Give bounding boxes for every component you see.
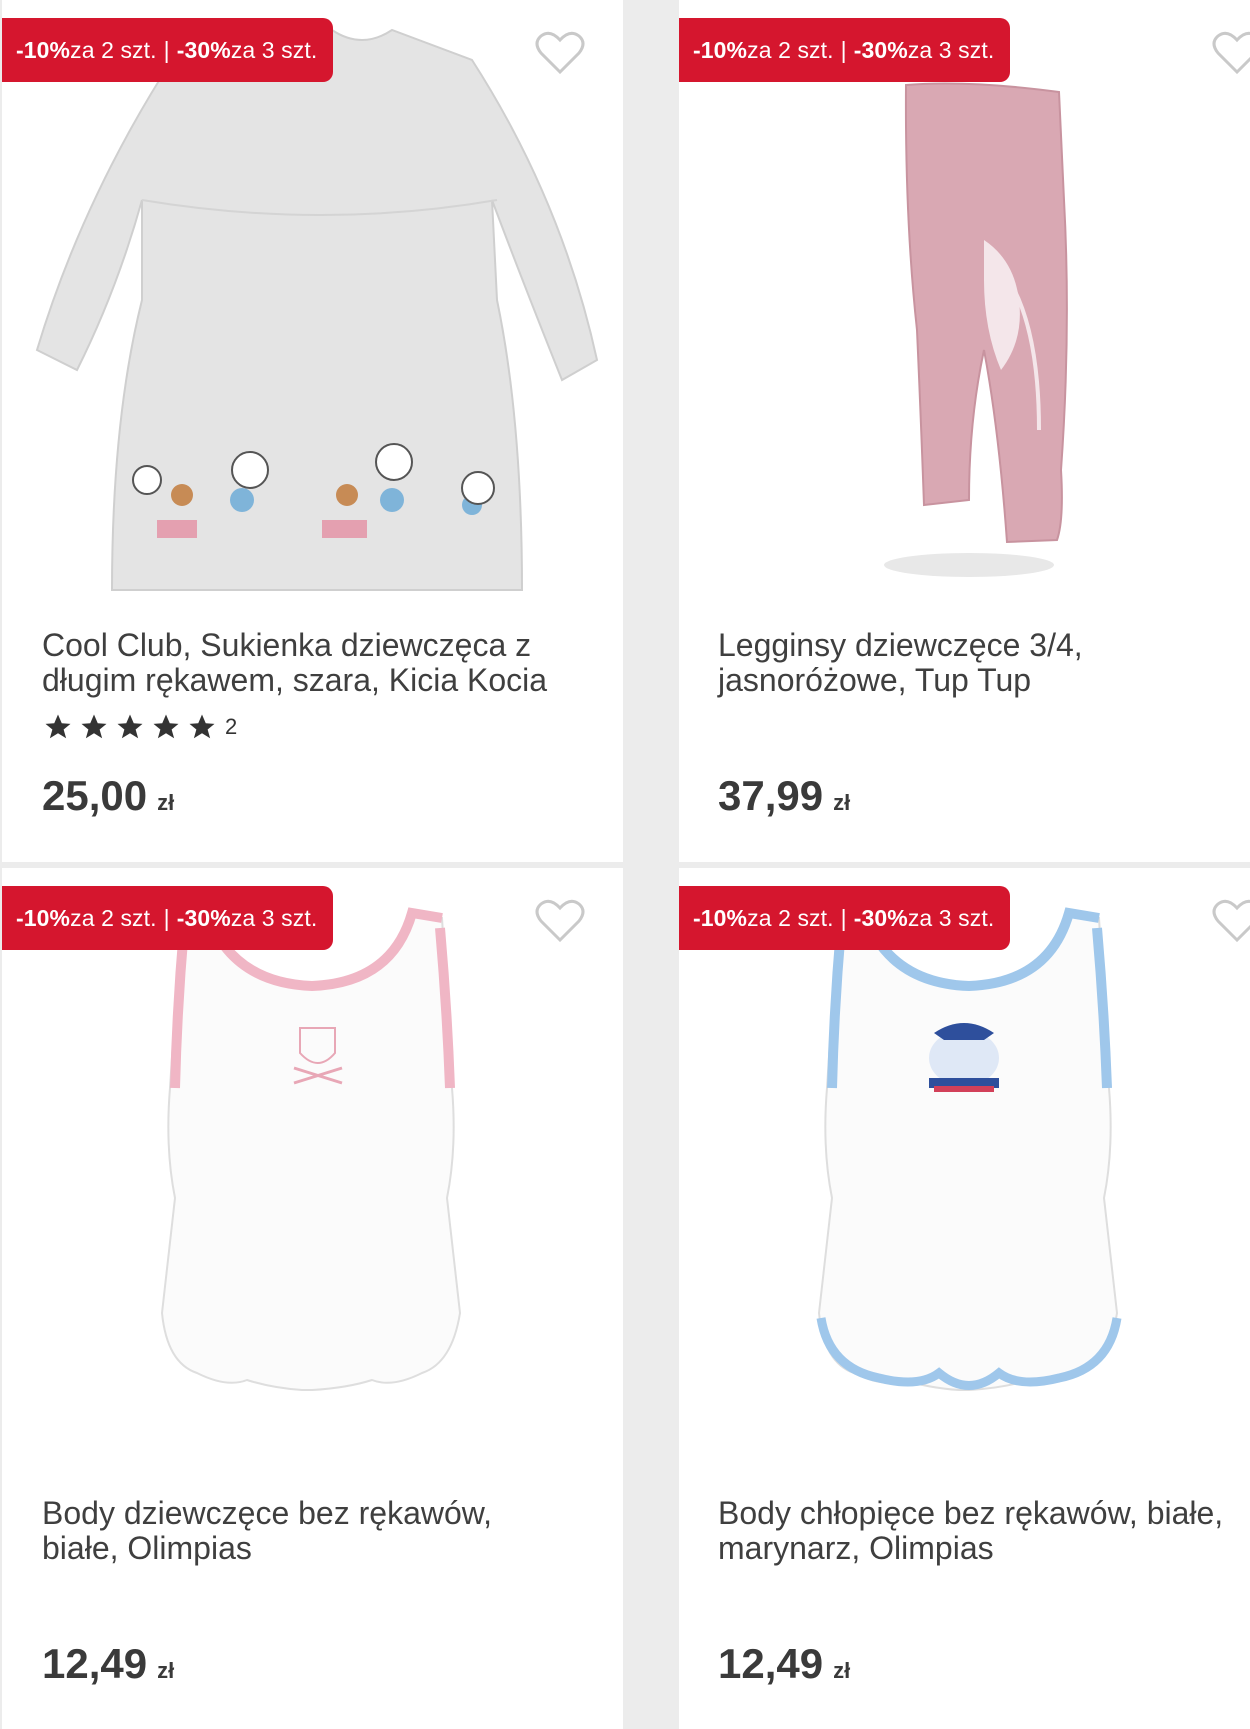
product-title-line2[interactable]: długim rękawem, szara, Kicia Kocia xyxy=(42,663,602,698)
product-card[interactable]: -10% za 2 szt. | -30% za 3 szt. Cool Clu… xyxy=(2,0,623,862)
product-price: 37,99 zł xyxy=(718,772,850,820)
promo-badge: -10% za 2 szt. | -30% za 3 szt. xyxy=(679,18,1011,82)
promo-text-1: za 2 szt. xyxy=(747,904,834,931)
product-title-line1[interactable]: Cool Club, Sukienka dziewczęca z xyxy=(42,628,602,663)
product-image-leggings[interactable] xyxy=(679,0,1250,600)
promo-badge: -10% za 2 szt. | -30% za 3 szt. xyxy=(679,886,1011,950)
promo-text-1: za 2 szt. xyxy=(70,36,157,63)
promo-text-2: za 3 szt. xyxy=(907,904,995,931)
star-icon xyxy=(117,714,143,739)
promo-separator: | xyxy=(163,36,170,63)
promo-text-2: za 3 szt. xyxy=(907,36,995,63)
star-icon xyxy=(81,714,107,739)
star-icon xyxy=(153,714,179,739)
heart-icon[interactable] xyxy=(535,30,585,76)
product-image-bodysuit-pink[interactable] xyxy=(2,868,623,1468)
product-title[interactable]: Body chłopięce bez rękawów, białe, maryn… xyxy=(718,1496,1250,1566)
promo-discount-2: -30% xyxy=(176,36,231,63)
product-price: 25,00 zł xyxy=(42,772,174,820)
promo-text-1: za 2 szt. xyxy=(70,904,157,931)
promo-discount-2: -30% xyxy=(176,904,231,931)
heart-icon[interactable] xyxy=(1212,30,1250,76)
promo-discount-2: -30% xyxy=(853,904,908,931)
product-price: 12,49 zł xyxy=(42,1640,174,1688)
price-currency: zł xyxy=(833,1658,851,1683)
promo-badge: -10% za 2 szt. | -30% za 3 szt. xyxy=(2,886,334,950)
price-value: 12,49 xyxy=(42,1640,148,1687)
product-title-line2[interactable]: białe, Olimpias xyxy=(42,1531,602,1566)
product-title-line1[interactable]: Body dziewczęce bez rękawów, xyxy=(42,1496,602,1531)
product-card[interactable]: -10% za 2 szt. | -30% za 3 szt. Body chł… xyxy=(679,868,1250,1729)
product-card[interactable]: -10% za 2 szt. | -30% za 3 szt. Body dzi… xyxy=(2,868,623,1729)
price-currency: zł xyxy=(157,1658,175,1683)
product-image-bodysuit-blue[interactable] xyxy=(679,868,1250,1468)
price-currency: zł xyxy=(157,790,175,815)
product-image-dress[interactable] xyxy=(2,0,623,600)
price-currency: zł xyxy=(833,790,851,815)
product-title[interactable]: Legginsy dziewczęce 3/4, jasnoróżowe, Tu… xyxy=(718,628,1250,698)
product-rating[interactable]: 2 xyxy=(42,712,237,742)
product-grid: -10% za 2 szt. | -30% za 3 szt. Cool Clu… xyxy=(0,0,1250,1729)
product-title-line2[interactable]: jasnoróżowe, Tup Tup xyxy=(718,663,1250,698)
product-title-line2[interactable]: marynarz, Olimpias xyxy=(718,1531,1250,1566)
promo-discount-1: -10% xyxy=(16,36,71,63)
promo-text-1: za 2 szt. xyxy=(747,36,834,63)
promo-discount-1: -10% xyxy=(693,904,748,931)
product-card[interactable]: -10% za 2 szt. | -30% za 3 szt. Legginsy… xyxy=(679,0,1250,862)
price-value: 12,49 xyxy=(718,1640,824,1687)
heart-icon[interactable] xyxy=(535,898,585,944)
promo-discount-1: -10% xyxy=(693,36,748,63)
promo-discount-1: -10% xyxy=(16,904,71,931)
promo-text-2: za 3 szt. xyxy=(230,36,318,63)
price-value: 25,00 xyxy=(42,772,148,819)
promo-discount-2: -30% xyxy=(853,36,908,63)
product-title-line1[interactable]: Body chłopięce bez rękawów, białe, xyxy=(718,1496,1250,1531)
rating-count: 2 xyxy=(225,714,238,739)
promo-badge: -10% za 2 szt. | -30% za 3 szt. xyxy=(2,18,334,82)
product-title[interactable]: Cool Club, Sukienka dziewczęca z długim … xyxy=(42,628,602,698)
star-icon xyxy=(45,714,71,739)
promo-separator: | xyxy=(840,904,847,931)
promo-separator: | xyxy=(840,36,847,63)
product-title[interactable]: Body dziewczęce bez rękawów, białe, Olim… xyxy=(42,1496,602,1566)
product-title-line1[interactable]: Legginsy dziewczęce 3/4, xyxy=(718,628,1250,663)
star-icon xyxy=(189,714,215,739)
promo-text-2: za 3 szt. xyxy=(230,904,318,931)
promo-separator: | xyxy=(163,904,170,931)
heart-icon[interactable] xyxy=(1212,898,1250,944)
price-value: 37,99 xyxy=(718,772,824,819)
product-price: 12,49 zł xyxy=(718,1640,850,1688)
